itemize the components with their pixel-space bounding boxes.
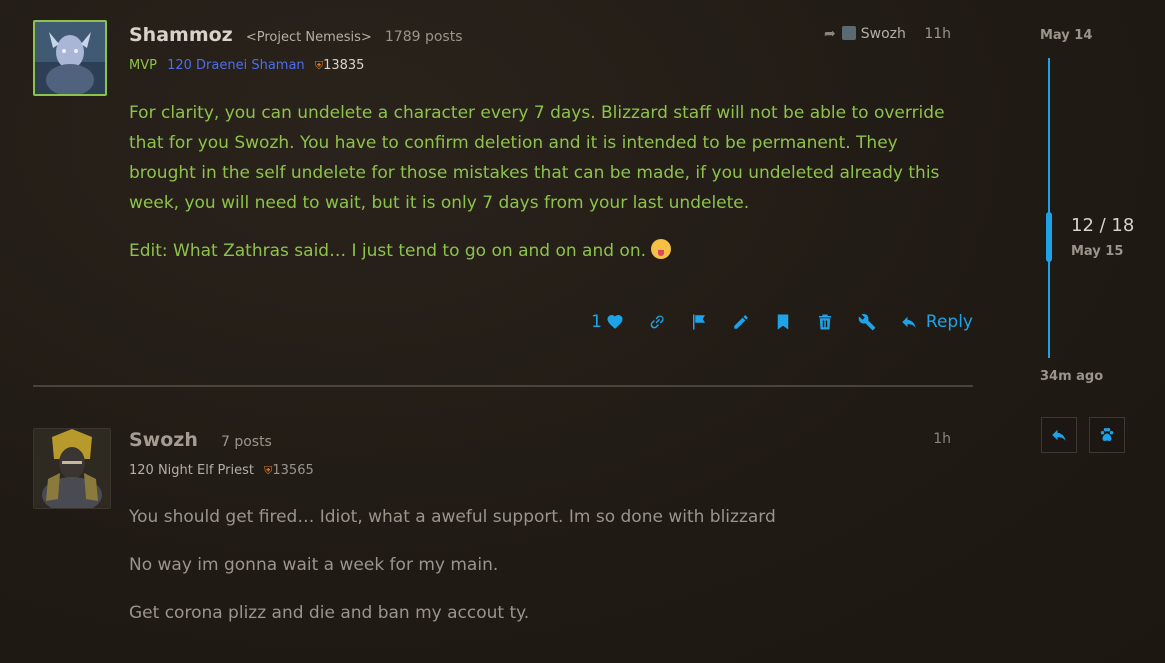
- timeline-position: 12 / 18: [1071, 215, 1135, 236]
- post-actions: 1 Reply: [591, 310, 973, 334]
- timeline-reply-button[interactable]: [1041, 417, 1077, 453]
- timeline-handle[interactable]: [1046, 212, 1052, 262]
- character-class[interactable]: 120 Night Elf Priest: [129, 463, 254, 478]
- user-meta: 120 Night Elf Priest ⛨13565: [129, 463, 314, 478]
- user-title: <Project Nemesis>: [245, 30, 372, 45]
- timeline-end-label[interactable]: 34m ago: [1040, 369, 1103, 384]
- link-icon: [650, 315, 664, 329]
- heart-icon: [607, 314, 623, 329]
- pencil-icon: [734, 315, 748, 329]
- reply-button[interactable]: Reply: [900, 310, 973, 334]
- post-paragraph: No way im gonna wait a week for my main.: [129, 555, 499, 575]
- shield-icon: ⛨: [314, 59, 324, 72]
- post-header: Shammoz <Project Nemesis> 1789 posts: [129, 24, 462, 46]
- post-paragraph: Get corona plizz and die and ban my acco…: [129, 603, 530, 623]
- like-count: 1: [591, 312, 602, 332]
- reply-to-indicator[interactable]: ➦ Swozh 11h: [824, 26, 951, 42]
- timeline-scrollbar[interactable]: [1048, 58, 1050, 358]
- timeline-start-date[interactable]: May 14: [1040, 28, 1092, 43]
- post-paragraph: For clarity, you can undelete a characte…: [129, 103, 945, 213]
- avatar[interactable]: [33, 20, 107, 96]
- item-level: 13835: [323, 58, 365, 73]
- flag-icon: [692, 314, 705, 330]
- character-class[interactable]: 120 Draenei Shaman: [167, 58, 305, 73]
- post-time[interactable]: 1h: [933, 431, 951, 447]
- edit-button[interactable]: [732, 310, 750, 334]
- reply-icon: [902, 316, 916, 328]
- post-paragraph-text: Edit: What Zathras said… I just tend to …: [129, 241, 646, 261]
- stuck-out-tongue-emoji-icon: [651, 239, 672, 259]
- reply-to-username: Swozh: [860, 26, 906, 42]
- post-count: 1789 posts: [384, 29, 463, 45]
- post-count: 7 posts: [220, 434, 272, 450]
- paw-icon: [1100, 428, 1114, 441]
- username[interactable]: Swozh: [129, 429, 198, 451]
- reply-label: Reply: [925, 312, 973, 332]
- avatar[interactable]: [33, 428, 111, 509]
- bookmark-icon: [777, 314, 789, 330]
- post-time[interactable]: 11h: [924, 26, 951, 42]
- flag-button[interactable]: [690, 310, 708, 334]
- wrench-icon: [858, 313, 876, 331]
- share-arrow-icon: ➦: [824, 26, 836, 42]
- user-meta: MVP 120 Draenei Shaman ⛨13835: [129, 58, 364, 73]
- post-paragraph: You should get fired… Idiot, what a awef…: [129, 507, 776, 527]
- timeline-paw-button[interactable]: [1089, 417, 1125, 453]
- username[interactable]: Shammoz: [129, 24, 233, 46]
- post-header: Swozh 7 posts: [129, 429, 272, 451]
- item-level: 13565: [272, 463, 314, 478]
- reply-to-avatar: [841, 26, 856, 40]
- reply-icon: [1052, 429, 1066, 441]
- admin-wrench-button[interactable]: [858, 310, 876, 334]
- timeline-current-date: May 15: [1071, 244, 1124, 259]
- bookmark-button[interactable]: [774, 310, 792, 334]
- like-button[interactable]: 1: [591, 310, 624, 334]
- post-body: For clarity, you can undelete a characte…: [129, 98, 969, 284]
- post-divider: [33, 385, 973, 387]
- delete-button[interactable]: [816, 310, 834, 334]
- mvp-badge: MVP: [129, 58, 157, 73]
- copy-link-button[interactable]: [648, 310, 666, 334]
- post-body: You should get fired… Idiot, what a awef…: [129, 505, 969, 649]
- trash-icon: [818, 314, 831, 330]
- post-paragraph-edit: Edit: What Zathras said… I just tend to …: [129, 236, 969, 266]
